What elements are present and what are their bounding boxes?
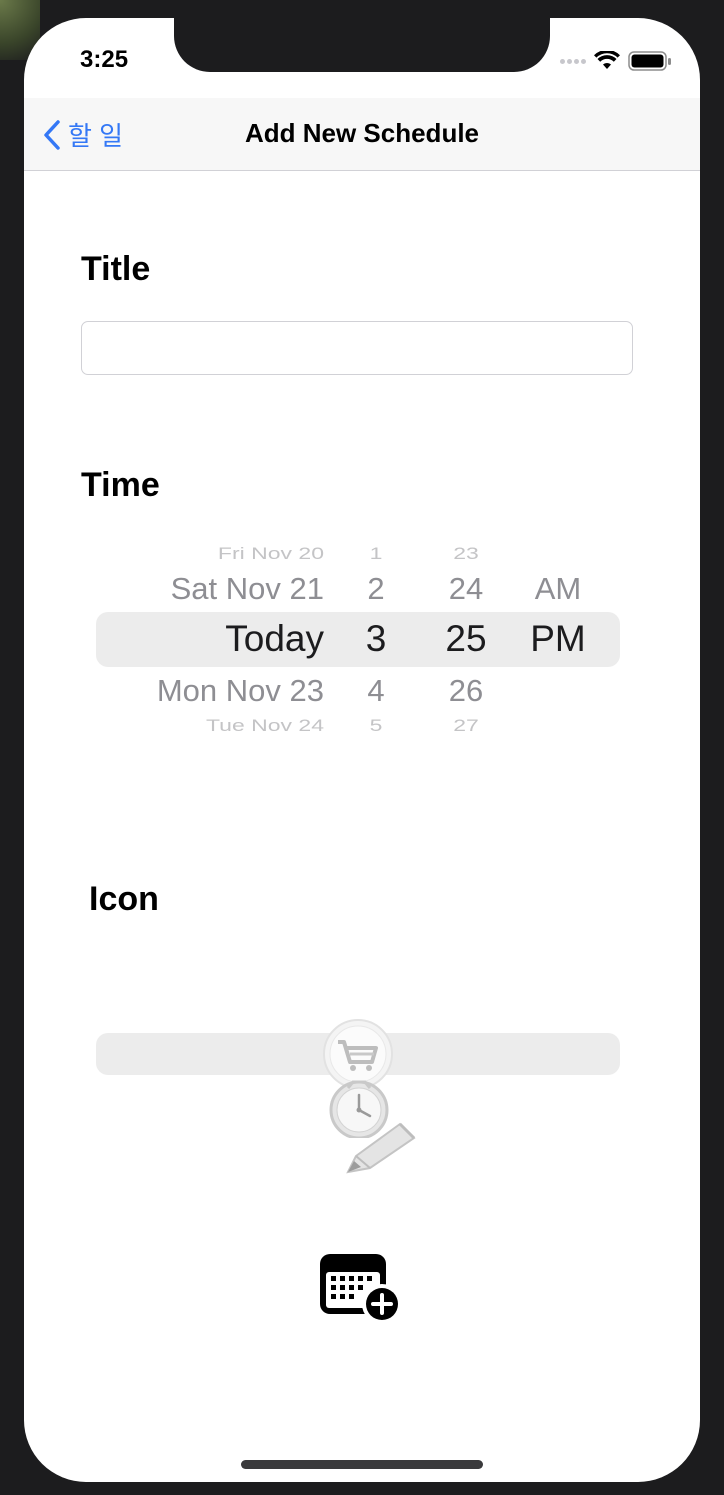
signal-icon [560, 58, 586, 64]
add-schedule-button[interactable] [318, 1250, 404, 1326]
status-time: 3:25 [80, 46, 129, 73]
device-notch [174, 18, 550, 72]
picker-minute: 25 [445, 618, 487, 659]
picker-date: Mon Nov 23 [156, 673, 324, 708]
title-section-label: Title [81, 250, 151, 288]
picker-minute: 23 [453, 544, 479, 563]
picker-ampm: PM [530, 618, 586, 659]
picker-minute: 27 [453, 716, 479, 735]
battery-icon [628, 50, 672, 72]
picker-hour: 5 [369, 716, 383, 735]
time-picker[interactable]: Fri Nov 20 1 23 Sat Nov 21 2 24 AM Today… [96, 528, 620, 748]
navigation-bar: 할 일 Add New Schedule [24, 98, 700, 171]
picker-ampm: AM [534, 571, 582, 606]
app-screen: 3:25 할 일 Add New Schedule Title Time Fri… [24, 18, 700, 1482]
title-input[interactable] [81, 321, 633, 375]
home-indicator[interactable] [241, 1460, 483, 1469]
calendar-plus-icon [320, 1254, 402, 1324]
picker-hour: 2 [367, 571, 385, 606]
wifi-icon [594, 51, 620, 71]
icon-picker[interactable] [96, 1008, 620, 1174]
picker-hour: 3 [365, 618, 387, 659]
picker-date: Tue Nov 24 [205, 716, 324, 735]
picker-date: Sat Nov 21 [170, 571, 324, 606]
picker-minute: 26 [448, 673, 484, 708]
page-title: Add New Schedule [244, 118, 480, 148]
status-indicators [560, 50, 672, 72]
picker-minute: 24 [448, 571, 484, 606]
picker-hour: 4 [367, 673, 385, 708]
pencil-icon[interactable] [344, 1120, 420, 1181]
picker-hour: 1 [369, 544, 383, 563]
picker-date: Fri Nov 20 [217, 544, 324, 563]
icon-section-label: Icon [89, 880, 159, 918]
picker-date: Today [225, 618, 324, 659]
time-section-label: Time [81, 466, 160, 504]
